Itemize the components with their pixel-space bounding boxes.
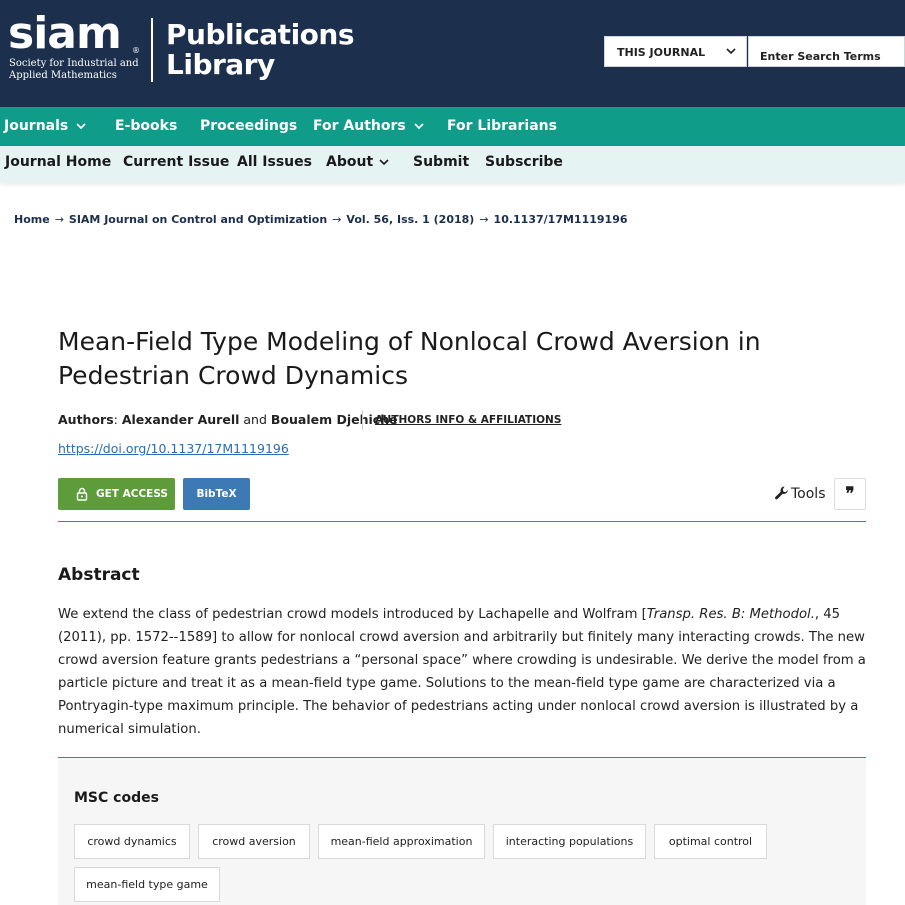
abstract-text-part1: We extend the class of pedestrian crowd … (58, 607, 647, 622)
tools-button[interactable]: Tools (774, 485, 826, 502)
article-title-line2: Pedestrian Crowd Dynamics (58, 361, 408, 390)
logo-divider (151, 18, 153, 82)
chevron-down-icon (76, 123, 86, 130)
msc-code-chip[interactable]: crowd dynamics (74, 824, 190, 859)
journal-nav-label: All Issues (237, 154, 312, 170)
breadcrumb: Home → SIAM Journal on Control and Optimiz… (14, 213, 628, 226)
logo-subtitle: Society for Industrial and Applied Mathe… (9, 58, 149, 82)
journal-nav-all-issues[interactable]: All Issues (237, 154, 312, 170)
breadcrumb-journal[interactable]: SIAM Journal on Control and Optimization (69, 213, 327, 226)
abstract-text: We extend the class of pedestrian crowd … (58, 603, 866, 741)
abstract-text-part2: , 45 (2011), pp. 1572--1589] to allow fo… (58, 607, 866, 737)
bibtex-button[interactable]: BibTeX (183, 478, 250, 510)
logo-wordmark: siam (8, 8, 122, 59)
msc-code-chip[interactable]: interacting populations (493, 824, 646, 859)
journal-nav-subscribe[interactable]: Subscribe (485, 154, 563, 170)
siam-logo[interactable]: siam ® Society for Industrial and Applie… (8, 10, 149, 86)
authors-line: Authors: Alexander Aurell and Boualem Dj… (58, 412, 398, 427)
msc-codes-heading: MSC codes (74, 790, 159, 806)
author-link[interactable]: Alexander Aurell (122, 412, 240, 427)
journal-nav-label: Journal Home (5, 154, 112, 170)
primary-nav: Journals E-books Proceedings For Authors… (0, 107, 905, 146)
doi-link[interactable]: https://doi.org/10.1137/17M1119196 (58, 441, 289, 456)
nav-item-label: E-books (115, 118, 178, 134)
publications-title-line2: Library (166, 48, 275, 81)
chevron-down-icon (379, 159, 389, 166)
nav-item-ebooks[interactable]: E-books (115, 118, 177, 134)
abstract-journal-citation: Transp. Res. B: Methodol. (646, 607, 815, 622)
cite-quote-button[interactable]: ❞ (834, 478, 866, 510)
journal-nav-label: Current Issue (123, 154, 230, 170)
journal-nav-home[interactable]: Journal Home (5, 154, 111, 170)
get-access-label: GET ACCESS (96, 488, 168, 500)
breadcrumb-separator: → (479, 213, 489, 226)
get-access-button[interactable]: GET ACCESS (58, 478, 175, 510)
authors-divider (362, 410, 363, 430)
breadcrumb-issue[interactable]: Vol. 56, Iss. 1 (2018) (346, 213, 474, 226)
msc-code-chip[interactable]: crowd aversion (198, 824, 310, 859)
abstract-heading: Abstract (58, 565, 140, 585)
nav-item-label: Proceedings (200, 118, 298, 134)
article-title: Mean-Field Type Modeling of Nonlocal Cro… (58, 325, 818, 393)
breadcrumb-separator: → (54, 213, 64, 226)
journal-nav-current-issue[interactable]: Current Issue (123, 154, 229, 170)
journal-nav: Journal Home Current Issue All Issues Ab… (0, 146, 905, 183)
logo-subtitle-line1: Society for Industrial and (9, 58, 139, 69)
journal-nav-label: Submit (413, 154, 470, 170)
authors-conjunction: and (243, 412, 267, 427)
nav-item-label: Journals (4, 118, 69, 134)
journal-nav-label: Subscribe (485, 154, 563, 170)
journal-nav-label: About (326, 154, 374, 170)
search-scope-value: THIS JOURNAL (617, 46, 706, 59)
authors-info-link[interactable]: AUTHORS INFO & AFFILIATIONS (375, 414, 561, 426)
msc-code-chip[interactable]: mean-field approximation (318, 824, 485, 859)
msc-code-chip[interactable]: mean-field type game (74, 867, 220, 902)
lock-icon (76, 487, 88, 501)
journal-nav-submit[interactable]: Submit (413, 154, 469, 170)
msc-code-chip[interactable]: optimal control (654, 824, 767, 859)
breadcrumb-separator: → (332, 213, 342, 226)
breadcrumb-doi[interactable]: 10.1137/17M1119196 (494, 213, 628, 226)
publications-library-title[interactable]: Publications Library (166, 20, 366, 80)
article-title-line1: Mean-Field Type Modeling of Nonlocal Cro… (58, 327, 761, 356)
wrench-icon (775, 486, 788, 500)
chevron-down-icon (726, 48, 736, 55)
search-input[interactable] (748, 36, 905, 67)
site-header: siam ® Society for Industrial and Applie… (0, 0, 905, 107)
logo-registered-mark: ® (132, 46, 140, 55)
authors-label: Authors (58, 412, 114, 427)
nav-item-journals[interactable]: Journals (4, 118, 86, 134)
nav-item-for-authors[interactable]: For Authors (313, 118, 424, 134)
nav-item-label: For Librarians (447, 118, 557, 134)
quote-icon: ❞ (845, 484, 855, 504)
tools-label: Tools (791, 486, 826, 502)
section-divider (58, 521, 866, 522)
logo-subtitle-line2: Applied Mathematics (9, 70, 117, 81)
journal-nav-about[interactable]: About (326, 154, 389, 170)
search-scope-select[interactable]: THIS JOURNAL (604, 36, 747, 67)
nav-item-label: For Authors (313, 118, 406, 134)
publications-title-line1: Publications (166, 18, 355, 51)
nav-item-proceedings[interactable]: Proceedings (200, 118, 297, 134)
chevron-down-icon (414, 123, 424, 130)
breadcrumb-home[interactable]: Home (14, 213, 50, 226)
nav-item-for-librarians[interactable]: For Librarians (447, 118, 557, 134)
